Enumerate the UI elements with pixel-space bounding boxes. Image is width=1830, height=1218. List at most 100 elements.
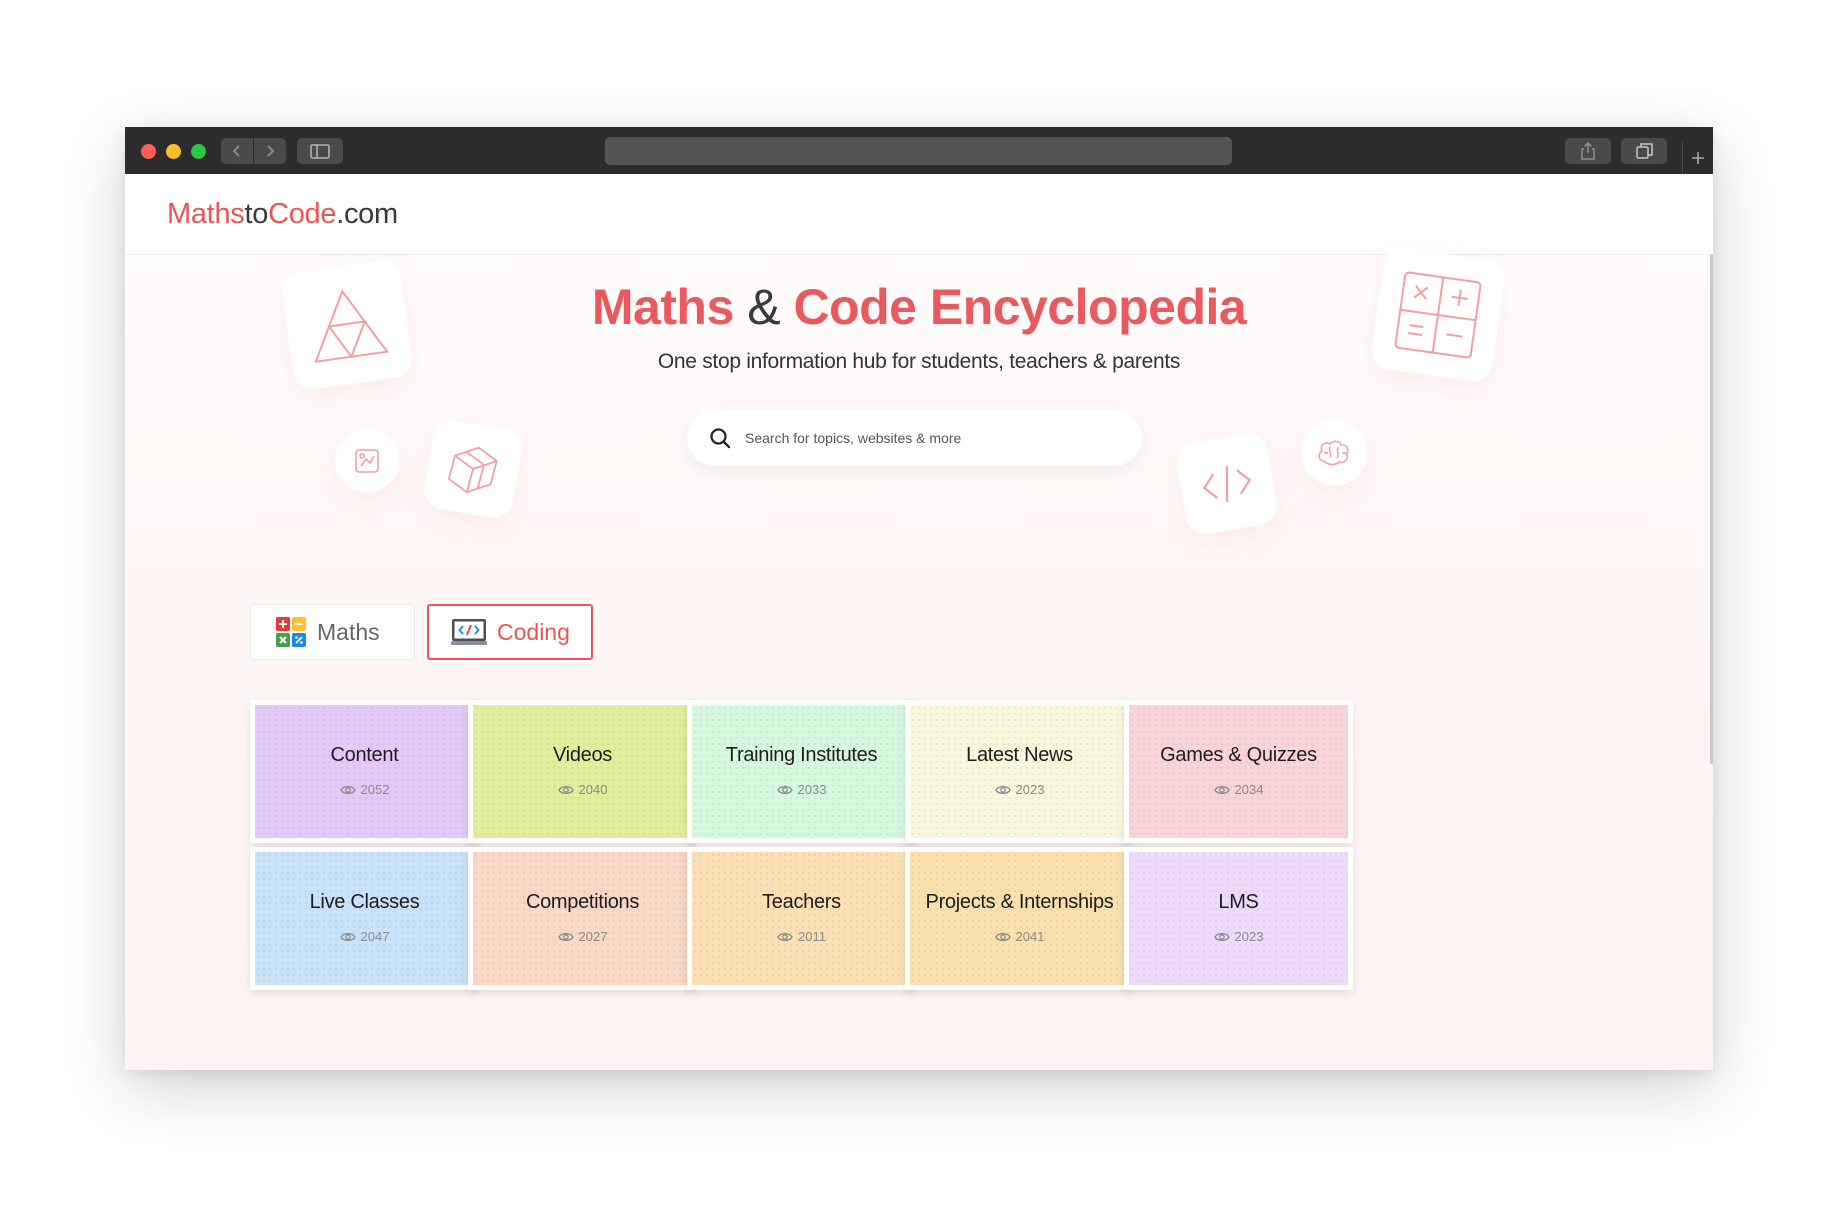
card-title: Teachers	[762, 891, 841, 913]
tabs-overview-button[interactable]	[1621, 138, 1667, 164]
eye-icon	[339, 784, 356, 796]
view-count: 2041	[1015, 929, 1045, 944]
card-views: 2040	[557, 782, 607, 797]
hero-title-code: Code Encyclopedia	[793, 279, 1247, 335]
card-body: LMS 2023	[1129, 852, 1348, 985]
browser-window: MathstoCode.com Maths & Code Encyclopedi…	[125, 127, 1713, 1070]
card-body: Latest News 2023	[910, 705, 1129, 838]
chevron-right-icon	[267, 145, 275, 157]
card-views: 2047	[339, 929, 390, 944]
category-card[interactable]: Competitions 2027	[468, 847, 697, 990]
forward-button[interactable]	[254, 138, 286, 164]
card-title: Latest News	[966, 744, 1073, 766]
address-bar[interactable]	[605, 137, 1232, 165]
card-title: Content	[330, 744, 399, 766]
hero-title-maths: Maths	[591, 279, 734, 335]
tab-coding-label: Coding	[497, 618, 570, 645]
eye-icon	[557, 784, 574, 796]
card-title: Competitions	[525, 891, 640, 913]
eye-icon	[777, 931, 793, 943]
category-card[interactable]: Games & Quizzes 2034	[1124, 700, 1353, 843]
card-views: 2011	[777, 929, 826, 944]
card-body: Teachers 2011	[692, 852, 911, 985]
eye-icon	[994, 784, 1011, 796]
browser-titlebar	[125, 127, 1713, 174]
view-count: 2033	[797, 782, 827, 797]
tab-coding[interactable]: Coding	[427, 604, 593, 660]
code-monitor-icon	[451, 617, 487, 647]
code-icon	[1202, 465, 1252, 503]
view-count: 2034	[1234, 782, 1264, 797]
card-views: 2027	[557, 929, 608, 944]
category-card[interactable]: Live Classes 2047	[250, 847, 479, 990]
card-title: Videos	[553, 744, 612, 766]
back-button[interactable]	[221, 138, 253, 164]
puzzle-icon	[355, 449, 379, 473]
card-body: Videos 2040	[473, 705, 692, 838]
logo-to: to	[244, 198, 269, 230]
logo-dotcom: .com	[336, 198, 398, 230]
hero-title-amp: &	[747, 279, 781, 335]
view-count: 2023	[1015, 782, 1045, 797]
share-icon	[1581, 142, 1595, 160]
tab-maths[interactable]: Maths	[250, 604, 415, 660]
category-card[interactable]: Projects & Internships 2041	[905, 847, 1134, 990]
view-count: 2047	[360, 929, 390, 944]
card-body: Projects & Internships 2041	[910, 852, 1129, 985]
card-title: Projects & Internships	[925, 891, 1114, 913]
card-views: 2023	[1213, 929, 1264, 944]
hero-title: Maths & Code Encyclopedia	[125, 278, 1713, 336]
view-count: 2011	[798, 929, 826, 944]
card-views: 2041	[994, 929, 1045, 944]
category-card[interactable]: Videos 2040	[468, 700, 697, 843]
plus-icon	[1692, 152, 1704, 164]
card-title: Games & Quizzes	[1160, 744, 1317, 766]
card-title: Live Classes	[309, 891, 420, 913]
tabs-icon	[1635, 143, 1653, 159]
search-input[interactable]	[743, 429, 1107, 447]
puzzle-tile	[335, 429, 399, 493]
tab-maths-label: Maths	[317, 618, 380, 645]
category-card[interactable]: Teachers 2011	[687, 847, 916, 990]
card-body: Live Classes 2047	[255, 852, 474, 985]
card-views: 2033	[776, 782, 827, 797]
eye-icon	[339, 931, 356, 943]
sidebar-icon	[310, 143, 330, 159]
eye-icon	[1213, 784, 1230, 796]
brain-tile	[1301, 420, 1367, 486]
category-card[interactable]: Training Institutes 2033	[687, 700, 916, 843]
eye-icon	[776, 784, 793, 796]
card-body: Games & Quizzes 2034	[1129, 705, 1348, 838]
hero-subtitle: One stop information hub for students, t…	[657, 350, 1181, 373]
close-window-button[interactable]	[141, 144, 156, 159]
share-button[interactable]	[1565, 138, 1611, 164]
sidebar-toggle-button[interactable]	[297, 138, 343, 164]
site-logo[interactable]: MathstoCode.com	[167, 198, 398, 231]
card-views: 2023	[994, 782, 1045, 797]
eye-icon	[557, 931, 574, 943]
card-body: Training Institutes 2033	[692, 705, 911, 838]
logo-maths: Maths	[167, 198, 245, 230]
site-header: MathstoCode.com	[125, 174, 1713, 255]
eye-icon	[1213, 931, 1230, 943]
code-tile	[1173, 430, 1281, 538]
card-views: 2052	[339, 782, 389, 797]
chevron-left-icon	[232, 145, 240, 157]
eye-icon	[994, 931, 1011, 943]
card-body: Competitions 2027	[473, 852, 692, 985]
card-views: 2034	[1213, 782, 1264, 797]
maximize-window-button[interactable]	[191, 144, 206, 159]
category-card[interactable]: Content 2052	[250, 700, 479, 843]
new-tab-button[interactable]	[1682, 142, 1713, 174]
cube-icon	[447, 446, 498, 494]
calculator-icon	[275, 616, 307, 648]
category-card[interactable]: Latest News 2023	[905, 700, 1134, 843]
search-bar[interactable]	[687, 410, 1142, 466]
category-card[interactable]: LMS 2023	[1124, 847, 1353, 990]
card-title: Training Institutes	[725, 744, 878, 766]
minimize-window-button[interactable]	[166, 144, 181, 159]
view-count: 2023	[1234, 929, 1264, 944]
search-icon	[709, 427, 731, 449]
view-count: 2027	[578, 929, 608, 944]
brain-icon	[1318, 440, 1349, 466]
